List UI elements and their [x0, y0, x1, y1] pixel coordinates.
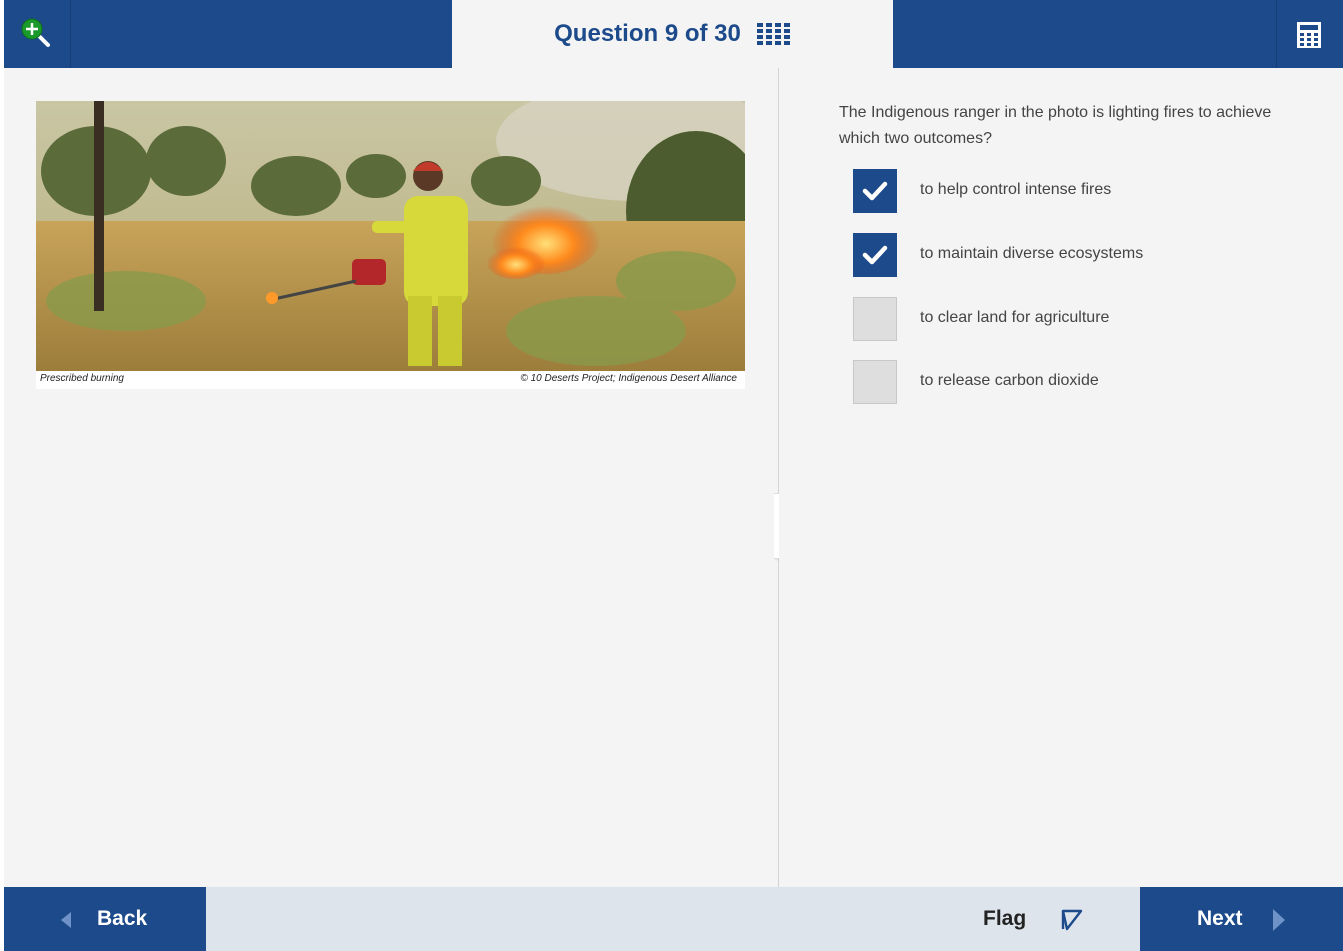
question-panel: The Indigenous ranger in the photo is li… [779, 68, 1343, 887]
back-label: Back [97, 907, 148, 930]
option-label: to clear land for agriculture [920, 309, 1110, 326]
checkbox-checked[interactable] [853, 233, 897, 277]
calculator-button[interactable] [1276, 0, 1343, 68]
stimulus-panel: Prescribed burning © 10 Deserts Project;… [4, 68, 779, 887]
next-label: Next [1197, 907, 1243, 930]
question-counter-label: Question 9 of 30 [554, 20, 741, 47]
back-button[interactable]: Back [4, 887, 206, 951]
photo-caption-bar: Prescribed burning © 10 Deserts Project;… [36, 371, 745, 389]
answer-option-4[interactable]: to release carbon dioxide [853, 360, 1273, 406]
flag-icon [1061, 909, 1083, 931]
checkmark-icon [862, 245, 888, 265]
question-prompt: The Indigenous ranger in the photo is li… [839, 104, 1272, 147]
option-label: to maintain diverse ecosystems [920, 245, 1144, 262]
top-bar: Question 9 of 30 [4, 0, 1343, 68]
photo-ranger-prescribed-burning [36, 101, 745, 371]
answer-option-3[interactable]: to clear land for agriculture [853, 297, 1273, 343]
flag-label: Flag [983, 907, 1027, 930]
checkbox-unchecked[interactable] [853, 360, 897, 404]
photo-credit: © 10 Deserts Project; Indigenous Desert … [520, 373, 737, 384]
calculator-icon [1297, 22, 1321, 48]
answer-option-2[interactable]: to maintain diverse ecosystems [853, 233, 1273, 279]
photo-caption: Prescribed burning [40, 373, 124, 384]
chevron-left-icon [61, 912, 71, 928]
checkbox-unchecked[interactable] [853, 297, 897, 341]
answer-option-1[interactable]: to help control intense fires [853, 169, 1273, 215]
bottom-bar: Back Flag Next [4, 887, 1343, 951]
checkmark-icon [862, 181, 888, 201]
question-navigator[interactable]: Question 9 of 30 [452, 0, 893, 68]
checkbox-checked[interactable] [853, 169, 897, 213]
flag-button[interactable]: Flag [966, 887, 1136, 951]
stimulus-photo [36, 101, 745, 371]
option-label: to release carbon dioxide [920, 372, 1099, 389]
zoom-button[interactable] [4, 0, 71, 68]
question-grid-icon [756, 23, 790, 45]
zoom-in-magnifier-icon [21, 18, 50, 47]
next-button[interactable]: Next [1140, 887, 1343, 951]
chevron-right-icon [1273, 909, 1285, 931]
option-label: to help control intense fires [920, 181, 1112, 198]
